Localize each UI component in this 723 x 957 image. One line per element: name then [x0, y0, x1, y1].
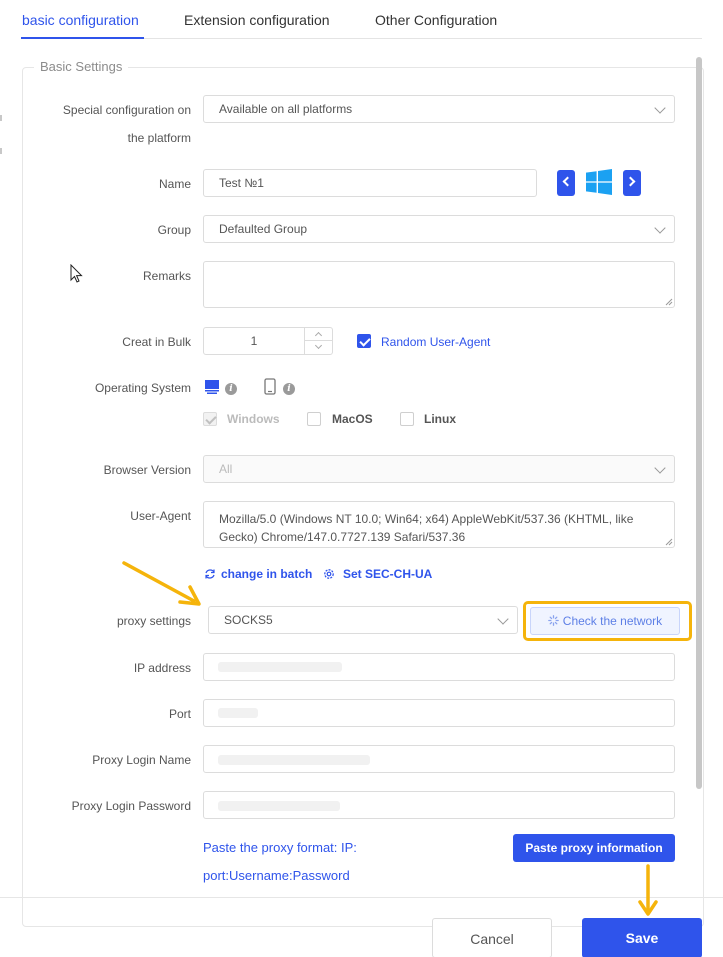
- browser-version-label: Browser Version: [103, 463, 191, 477]
- group-select[interactable]: Defaulted Group: [203, 215, 675, 243]
- desktop-icon[interactable]: [204, 379, 220, 395]
- browser-version-select[interactable]: All: [203, 455, 675, 483]
- user-agent-line1: Mozilla/5.0 (Windows NT 10.0; Win64; x64…: [219, 512, 634, 526]
- bulk-quantity-stepper[interactable]: 1: [203, 327, 333, 355]
- paste-format-hint-line1: Paste the proxy format: IP:: [203, 840, 357, 855]
- info-icon[interactable]: i: [225, 383, 237, 395]
- scrollbar-thumb[interactable]: [696, 57, 702, 789]
- chevron-down-icon: [654, 462, 666, 474]
- user-agent-line2: Gecko) Chrome/147.0.7727.139 Safari/537.…: [219, 530, 466, 544]
- bulk-label: Creat in Bulk: [122, 335, 191, 349]
- random-ua-checkbox[interactable]: [357, 334, 371, 348]
- chevron-down-icon: [497, 613, 509, 625]
- mobile-icon[interactable]: [263, 378, 277, 396]
- chevron-down-icon: [654, 102, 666, 114]
- proxy-settings-label: proxy settings: [116, 614, 191, 628]
- paste-proxy-button[interactable]: Paste proxy information: [513, 834, 675, 862]
- random-ua-label[interactable]: Random User-Agent: [381, 335, 490, 349]
- browser-version-value: All: [219, 462, 233, 476]
- next-os-button[interactable]: [623, 170, 641, 196]
- increment-button[interactable]: [305, 328, 333, 341]
- tab-other-configuration[interactable]: Other Configuration: [375, 12, 497, 28]
- ip-address-input[interactable]: [203, 653, 675, 681]
- user-agent-label: User-Agent: [130, 509, 191, 523]
- info-icon[interactable]: i: [283, 383, 295, 395]
- platform-select-value: Available on all platforms: [219, 102, 353, 116]
- redacted-value: [218, 662, 342, 672]
- os-windows-label: Windows: [227, 412, 280, 426]
- tab-basic-configuration[interactable]: basic configuration: [22, 12, 139, 28]
- set-sec-ch-ua-link[interactable]: Set SEC-CH-UA: [343, 567, 432, 581]
- port-input[interactable]: [203, 699, 675, 727]
- edge-mark: [0, 148, 2, 154]
- tab-extension-configuration[interactable]: Extension configuration: [184, 12, 330, 28]
- cancel-button[interactable]: Cancel: [432, 918, 552, 957]
- proxy-login-name-input[interactable]: [203, 745, 675, 773]
- settings-gear-icon[interactable]: [323, 568, 335, 580]
- proxy-type-select[interactable]: SOCKS5: [208, 606, 518, 634]
- check-network-button[interactable]: Check the network: [530, 607, 680, 635]
- proxy-login-name-label: Proxy Login Name: [92, 753, 191, 767]
- os-linux-checkbox[interactable]: [400, 412, 414, 426]
- resize-handle-icon[interactable]: [665, 298, 673, 306]
- bulk-quantity-value: 1: [250, 334, 258, 348]
- mouse-cursor-icon: [70, 264, 83, 283]
- redacted-value: [218, 755, 370, 765]
- change-in-batch-link[interactable]: change in batch: [221, 567, 312, 581]
- proxy-login-password-label: Proxy Login Password: [71, 799, 191, 813]
- port-label: Port: [168, 707, 191, 721]
- loading-spinner-icon: [547, 615, 559, 626]
- name-label: Name: [158, 177, 191, 191]
- platform-select[interactable]: Available on all platforms: [203, 95, 675, 123]
- stepper-controls: [304, 328, 333, 354]
- basic-settings-legend: Basic Settings: [34, 59, 129, 74]
- redacted-value: [218, 801, 340, 811]
- name-input-value: Test №1: [219, 176, 264, 190]
- os-macos-label[interactable]: MacOS: [332, 412, 373, 426]
- active-tab-indicator: [21, 37, 144, 39]
- proxy-type-value: SOCKS5: [224, 613, 273, 627]
- footer-divider: [0, 897, 723, 898]
- ip-address-label: IP address: [133, 661, 191, 675]
- windows-logo-icon: [586, 169, 612, 195]
- group-select-value: Defaulted Group: [219, 222, 308, 236]
- proxy-login-password-input[interactable]: [203, 791, 675, 819]
- platform-label-line2: the platform: [127, 131, 191, 145]
- os-linux-label[interactable]: Linux: [424, 412, 456, 426]
- chevron-down-icon: [654, 222, 666, 234]
- user-agent-textarea[interactable]: Mozilla/5.0 (Windows NT 10.0; Win64; x64…: [203, 501, 675, 548]
- os-label: Operating System: [94, 381, 191, 395]
- name-input[interactable]: Test №1: [203, 169, 537, 197]
- resize-handle-icon[interactable]: [665, 538, 673, 546]
- prev-os-button[interactable]: [557, 170, 575, 196]
- platform-label-line1: Special configuration on: [62, 103, 191, 117]
- save-button[interactable]: Save: [582, 918, 702, 957]
- redacted-value: [218, 708, 258, 718]
- check-network-label: Check the network: [562, 614, 663, 628]
- annotation-arrow-icon: [638, 864, 658, 916]
- os-macos-checkbox[interactable]: [307, 412, 321, 426]
- paste-format-hint-line2: port:Username:Password: [203, 868, 350, 883]
- remarks-textarea[interactable]: [203, 261, 675, 308]
- group-label: Group: [157, 223, 191, 237]
- edge-mark: [0, 115, 2, 121]
- remarks-label: Remarks: [142, 269, 191, 283]
- os-windows-checkbox: [203, 412, 217, 426]
- decrement-button[interactable]: [305, 341, 333, 354]
- annotation-arrow-icon: [122, 561, 201, 606]
